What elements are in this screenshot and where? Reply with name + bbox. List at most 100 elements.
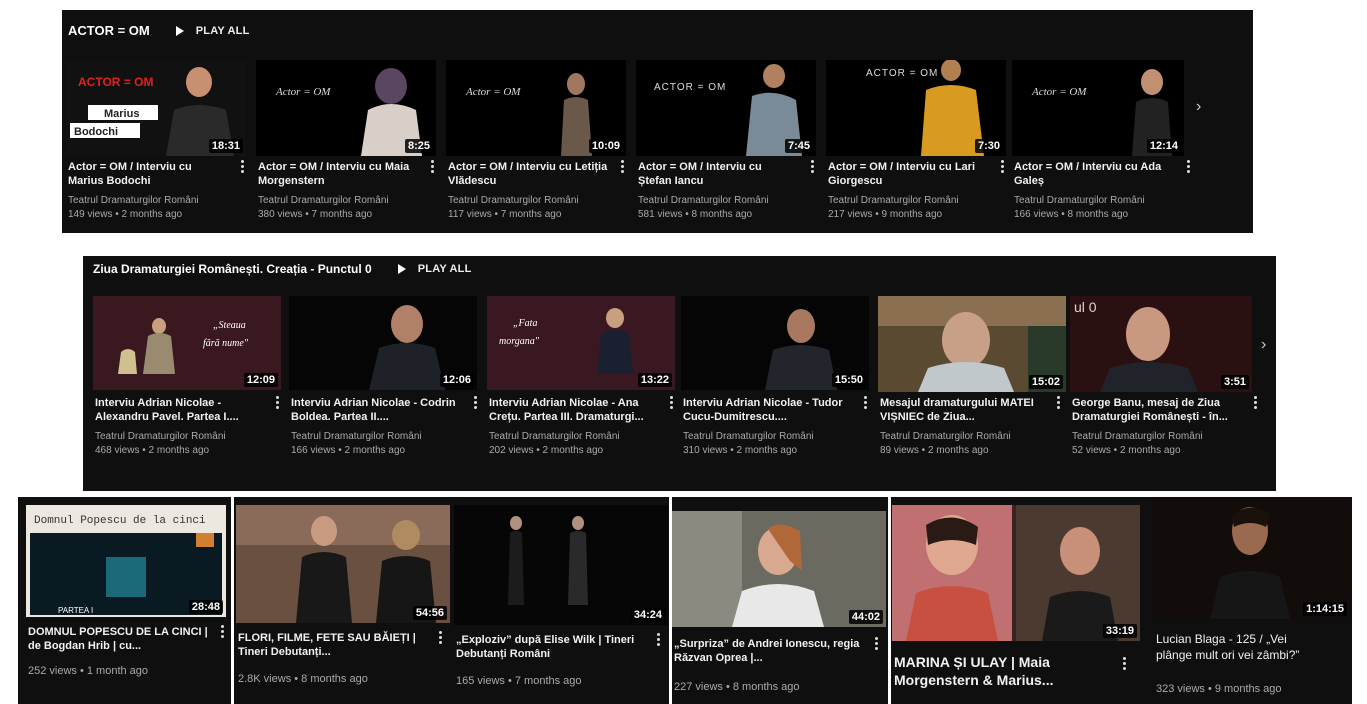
video-title[interactable]: Actor = OM / Interviu cu Ada Galeș xyxy=(1014,160,1174,188)
divider xyxy=(231,497,234,704)
video-title[interactable]: Lucian Blaga - 125 / „Vei plânge mult or… xyxy=(1156,631,1326,663)
video-title[interactable]: MARINA ȘI ULAY | Maia Morgenstern & Mari… xyxy=(894,653,1104,689)
channel-name[interactable]: Teatrul Dramaturgilor Români xyxy=(448,195,579,206)
video-thumbnail[interactable]: ACTOR = OM Marius Bodochi 18:31 xyxy=(66,60,246,156)
channel-name[interactable]: Teatrul Dramaturgilor Români xyxy=(1072,431,1203,442)
video-title[interactable]: Mesajul dramaturgului MATEI VIȘNIEC de Z… xyxy=(880,396,1046,424)
video-title[interactable]: „Surpriza” de Andrei Ionescu, regia Răzv… xyxy=(674,637,864,665)
video-thumbnail[interactable]: 33:19 xyxy=(892,505,1140,641)
svg-text:ul 0: ul 0 xyxy=(1074,299,1097,315)
channel-name[interactable]: Teatrul Dramaturgilor Români xyxy=(828,195,959,206)
video-thumbnail[interactable]: 1:14:15 xyxy=(1154,497,1350,619)
video-title[interactable]: Interviu Adrian Nicolae - Alexandru Pave… xyxy=(95,396,263,424)
video-title[interactable]: FLORI, FILME, FETE SAU BĂIEȚI | Tineri D… xyxy=(238,631,418,659)
video-thumbnail[interactable]: ACTOR = OM 7:45 xyxy=(636,60,816,156)
channel-name[interactable]: Teatrul Dramaturgilor Români xyxy=(95,431,226,442)
more-actions-icon[interactable] xyxy=(872,637,880,651)
video-title[interactable]: Actor = OM / Interviu cu Marius Bodochi xyxy=(68,160,228,188)
duration-badge: 44:02 xyxy=(848,610,883,624)
video-thumbnail[interactable]: Domnul Popescu de la cinci PARTEA I 28:4… xyxy=(26,505,226,617)
video-thumbnail[interactable]: ACTOR = OM 7:30 xyxy=(826,60,1006,156)
video-card: 54:56 FLORI, FILME, FETE SAU BĂIEȚI | Ti… xyxy=(236,505,452,695)
video-title[interactable]: Interviu Adrian Nicolae - Ana Crețu. Par… xyxy=(489,396,659,424)
more-actions-icon[interactable] xyxy=(667,396,675,410)
more-actions-icon[interactable] xyxy=(861,396,869,410)
channel-name[interactable]: Teatrul Dramaturgilor Români xyxy=(258,195,389,206)
video-title[interactable]: Actor = OM / Interviu cu Lari Giorgescu xyxy=(828,160,988,188)
video-thumbnail[interactable]: 54:56 xyxy=(236,505,450,623)
shelf-title[interactable]: ACTOR = OM xyxy=(68,23,150,38)
shelf-title[interactable]: Ziua Dramaturgiei Românești. Creația - P… xyxy=(93,262,372,276)
video-title[interactable]: Actor = OM / Interviu cu Letiția Vlădesc… xyxy=(448,160,608,188)
duration-badge: 10:09 xyxy=(588,139,623,153)
video-meta: 323 views • 9 months ago xyxy=(1156,683,1282,695)
video-thumbnail[interactable]: „Fata morgana" 13:22 xyxy=(487,296,675,390)
video-meta: 202 views • 2 months ago xyxy=(489,445,604,456)
more-actions-icon[interactable] xyxy=(218,625,226,639)
shelf-header: ACTOR = OM PLAY ALL xyxy=(68,23,250,38)
video-meta: 165 views • 7 months ago xyxy=(456,675,582,687)
video-title[interactable]: Interviu Adrian Nicolae - Tudor Cucu-Dum… xyxy=(683,396,851,424)
more-actions-icon[interactable] xyxy=(471,396,479,410)
more-actions-icon[interactable] xyxy=(808,160,816,174)
video-thumbnail[interactable]: 15:02 xyxy=(878,296,1066,392)
video-thumbnail[interactable]: „Steaua fără nume" 12:09 xyxy=(93,296,281,390)
video-thumbnail[interactable]: 34:24 xyxy=(454,505,668,625)
duration-badge: 1:14:15 xyxy=(1303,602,1347,616)
video-title[interactable]: „Exploziv” după Elise Wilk | Tineri Debu… xyxy=(456,633,636,661)
channel-name[interactable]: Teatrul Dramaturgilor Români xyxy=(683,431,814,442)
video-meta: 166 views • 8 months ago xyxy=(1014,209,1129,220)
duration-badge: 15:50 xyxy=(831,373,866,387)
video-card: Domnul Popescu de la cinci PARTEA I 28:4… xyxy=(26,505,234,695)
more-actions-icon[interactable] xyxy=(1251,396,1259,410)
play-all-button[interactable]: PLAY ALL xyxy=(397,263,472,275)
video-thumbnail[interactable]: Actor = OM 12:14 xyxy=(1012,60,1184,156)
duration-badge: 12:14 xyxy=(1146,139,1181,153)
video-meta: 52 views • 2 months ago xyxy=(1072,445,1181,456)
channel-name[interactable]: Teatrul Dramaturgilor Români xyxy=(68,195,199,206)
thumbnail-image xyxy=(454,505,668,625)
thumbnail-image xyxy=(892,505,1140,641)
video-meta: 149 views • 2 months ago xyxy=(68,209,183,220)
more-actions-icon[interactable] xyxy=(1184,160,1192,174)
video-card: ACTOR = OM 7:45 Actor = OM / Interviu cu… xyxy=(636,60,816,230)
video-card: 15:50 Interviu Adrian Nicolae - Tudor Cu… xyxy=(681,296,871,486)
video-thumbnail[interactable]: 44:02 xyxy=(672,511,886,627)
channel-name[interactable]: Teatrul Dramaturgilor Români xyxy=(291,431,422,442)
video-thumbnail[interactable]: 15:50 xyxy=(681,296,869,390)
play-all-button[interactable]: PLAY ALL xyxy=(175,25,250,37)
more-actions-icon[interactable] xyxy=(238,160,246,174)
video-meta: 166 views • 2 months ago xyxy=(291,445,406,456)
duration-badge: 18:31 xyxy=(208,139,243,153)
more-actions-icon[interactable] xyxy=(618,160,626,174)
more-actions-icon[interactable] xyxy=(1054,396,1062,410)
video-thumbnail[interactable]: ul 0 3:51 xyxy=(1070,296,1252,392)
video-title[interactable]: DOMNUL POPESCU DE LA CINCI | de Bogdan H… xyxy=(28,625,208,653)
play-icon xyxy=(175,25,184,36)
channel-name[interactable]: Teatrul Dramaturgilor Români xyxy=(1014,195,1145,206)
video-title[interactable]: George Banu, mesaj de Ziua Dramaturgiei … xyxy=(1072,396,1250,424)
video-meta: 310 views • 2 months ago xyxy=(683,445,798,456)
video-title[interactable]: Interviu Adrian Nicolae - Codrin Boldea.… xyxy=(291,396,459,424)
channel-name[interactable]: Teatrul Dramaturgilor Români xyxy=(638,195,769,206)
svg-text:morgana": morgana" xyxy=(499,336,540,347)
channel-name[interactable]: Teatrul Dramaturgilor Români xyxy=(489,431,620,442)
more-actions-icon[interactable] xyxy=(654,633,662,647)
video-title[interactable]: Actor = OM / Interviu cu Maia Morgenster… xyxy=(258,160,424,188)
more-actions-icon[interactable] xyxy=(998,160,1006,174)
next-chevron-icon[interactable]: › xyxy=(1196,98,1201,116)
more-actions-icon[interactable] xyxy=(428,160,436,174)
video-thumbnail[interactable]: Actor = OM 10:09 xyxy=(446,60,626,156)
video-title[interactable]: Actor = OM / Interviu cu Ștefan Iancu xyxy=(638,160,798,188)
more-actions-icon[interactable] xyxy=(273,396,281,410)
video-card: 1:14:15 Lucian Blaga - 125 / „Vei plânge… xyxy=(1154,497,1352,704)
video-thumbnail[interactable]: Actor = OM 8:25 xyxy=(256,60,436,156)
svg-text:„Steaua: „Steaua xyxy=(213,320,246,331)
next-chevron-icon[interactable]: › xyxy=(1261,336,1266,354)
more-actions-icon[interactable] xyxy=(436,631,444,645)
more-actions-icon[interactable] xyxy=(1120,657,1128,671)
thumb-overlay-title: ACTOR = OM xyxy=(78,75,153,89)
video-thumbnail[interactable]: 12:06 xyxy=(289,296,477,390)
channel-name[interactable]: Teatrul Dramaturgilor Români xyxy=(880,431,1011,442)
video-card: „Steaua fără nume" 12:09 Interviu Adrian… xyxy=(93,296,283,486)
